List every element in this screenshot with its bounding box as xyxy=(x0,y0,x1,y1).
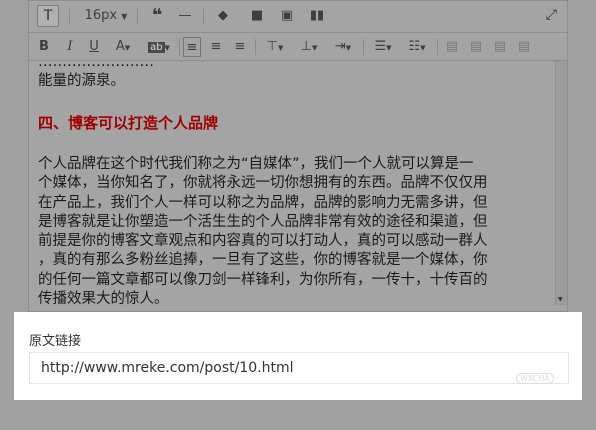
chevron-down-icon: ▼ xyxy=(164,44,170,52)
editor-toolbar-top: T 16px ▼ ❝ — ◆ ■ ▣ ▮▮ ⤢ xyxy=(29,1,567,33)
toolbar-divider xyxy=(179,39,180,55)
text-line: 传播效果大的惊人。 xyxy=(38,291,169,305)
toolbar-divider xyxy=(203,9,204,25)
text-format-button[interactable]: T xyxy=(37,5,59,27)
toolbar-divider xyxy=(255,39,256,55)
editor-scrollbar[interactable]: ▼ xyxy=(555,61,567,305)
section-heading: 四、博客可以打造个人品牌 xyxy=(38,114,219,132)
text-line: 能量的源泉。 xyxy=(38,73,125,90)
text-line: 的任何一篇文章都可以像刀剑一样锋利，为你所有，一传十，十传百的 xyxy=(38,271,488,288)
font-color-button[interactable]: A▼ xyxy=(109,37,137,57)
underline-label: U xyxy=(89,39,99,54)
horizontal-rule-icon[interactable]: — xyxy=(175,6,195,26)
format-brush-icon[interactable]: ◆ xyxy=(213,6,233,26)
toolbar-divider xyxy=(363,39,364,55)
text-line: 个人品牌在这个时代我们称之为“自媒体”，我们一个人就可以算是一 xyxy=(38,156,474,172)
toolbar-divider xyxy=(69,9,70,25)
text-line: ，真的有那么多粉丝追捧，一旦有了这些，你的博客就是一个媒体，你 xyxy=(38,252,488,269)
text-line: 前提是你的博客文章观点和内容真的可以打动人，真的可以感动一群人 xyxy=(38,233,488,250)
text-line: 个媒体，当你知名了，你就将永远一切你想拥有的东西。品牌不仅仅用 xyxy=(38,175,488,192)
align-left-icon[interactable]: ≡ xyxy=(183,37,201,57)
font-size-value: 16px xyxy=(84,8,118,23)
toolbar-divider xyxy=(137,9,138,25)
expand-icon[interactable]: ⤢ xyxy=(546,7,557,23)
float-right-icon[interactable]: ▤ xyxy=(515,37,533,57)
background-color-button[interactable]: ab ▼ xyxy=(143,37,175,57)
quote-icon[interactable]: ❝ xyxy=(147,6,167,26)
italic-button[interactable]: I xyxy=(63,37,77,57)
font-color-label: A xyxy=(115,39,125,54)
image-icon[interactable]: ▣ xyxy=(277,6,297,26)
italic-label: I xyxy=(67,39,73,54)
watermark-badge: WXCHA xyxy=(516,373,554,384)
text-line: 是博客就是让你塑造一个活生生的个人品牌非常有效的途径和渠道，但 xyxy=(38,213,488,230)
chart-icon[interactable]: ▮▮ xyxy=(307,6,327,26)
partial-text-line: …………………… xyxy=(38,61,154,70)
text-format-label: T xyxy=(43,8,53,24)
text-line: 在产品上，我们个人一样可以称之为品牌，品牌的影响力无需多讲，但 xyxy=(38,194,488,211)
font-size-select[interactable]: 16px ▼ xyxy=(81,6,131,26)
align-right-icon[interactable]: ≡ xyxy=(231,37,249,57)
chevron-down-icon: ▼ xyxy=(121,12,128,21)
unordered-list-icon[interactable]: ☷▼ xyxy=(403,37,431,57)
intro-paragraph: …………………… 能量的源泉。 xyxy=(29,61,162,92)
source-link-label: 原文链接 xyxy=(29,334,82,349)
scroll-down-arrow-icon[interactable]: ▼ xyxy=(558,296,563,303)
background-color-label: ab xyxy=(148,42,165,53)
underline-button[interactable]: U xyxy=(87,37,101,57)
video-icon[interactable]: ■ xyxy=(247,6,267,26)
watermark-text: 微茶 xyxy=(464,354,521,384)
float-none-icon[interactable]: ▤ xyxy=(467,37,485,57)
float-center-icon[interactable]: ▤ xyxy=(491,37,509,57)
body-paragraph: 个人品牌在这个时代我们称之为“自媒体”，我们一个人就可以算是一 个媒体，当你知名… xyxy=(29,155,556,305)
editor-toolbar-format: B I U A▼ ab ▼ ≡ ≡ ≡ ⊤▼ ⊥▼ ⇥▼ ☰▼ ☷▼ ▤ ▤ ▤ … xyxy=(29,33,567,61)
bold-button[interactable]: B xyxy=(37,37,51,57)
float-left-icon[interactable]: ▤ xyxy=(443,37,461,57)
chevron-down-icon: ▼ xyxy=(124,44,131,52)
bold-label: B xyxy=(39,39,49,54)
ordered-list-icon[interactable]: ☰▼ xyxy=(369,37,397,57)
editor-content[interactable]: …………………… 能量的源泉。 四、博客可以打造个人品牌 个人品牌在这个时代我们… xyxy=(29,61,556,305)
paragraph-spacing-icon[interactable]: ⊥▼ xyxy=(295,37,323,57)
indent-icon[interactable]: ⇥▼ xyxy=(329,37,357,57)
toolbar-divider xyxy=(437,39,438,55)
rich-text-editor: T 16px ▼ ❝ — ◆ ■ ▣ ▮▮ ⤢ B I U A▼ ab ▼ ≡ ≡… xyxy=(28,0,568,312)
line-height-icon[interactable]: ⊤▼ xyxy=(261,37,289,57)
align-center-icon[interactable]: ≡ xyxy=(207,37,225,57)
modal-overlay: T 16px ▼ ❝ — ◆ ■ ▣ ▮▮ ⤢ B I U A▼ ab ▼ ≡ ≡… xyxy=(0,0,596,430)
